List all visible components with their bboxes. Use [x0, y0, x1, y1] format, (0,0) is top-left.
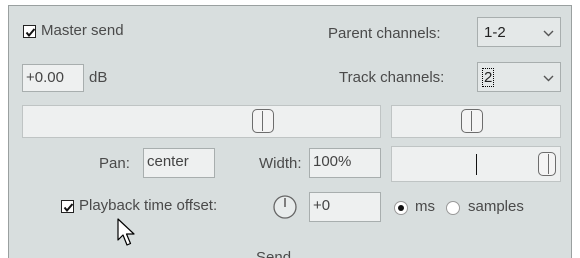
ms-radio[interactable]: [394, 201, 408, 215]
volume-unit-label: dB: [89, 69, 108, 86]
track-routing-panel: Master send Parent channels: 1-2 +0.00 d…: [8, 5, 572, 258]
chevron-down-icon: [543, 75, 554, 82]
parent-channels-dropdown[interactable]: 1-2: [477, 17, 561, 47]
parent-channels-value: 1-2: [484, 24, 506, 41]
pan-input[interactable]: center: [143, 148, 215, 178]
width-input[interactable]: 100%: [309, 148, 381, 178]
volume-slider[interactable]: [22, 105, 381, 138]
send-section-label: Send: [256, 249, 292, 258]
ms-label: ms: [415, 198, 435, 215]
samples-radio[interactable]: [446, 201, 460, 215]
chevron-down-icon: [543, 30, 554, 37]
width-center-marker: [476, 154, 477, 175]
pan-label: Pan:: [99, 155, 130, 172]
track-channels-value: 2: [482, 68, 495, 87]
playback-offset-label: Playback time offset:: [79, 197, 218, 214]
master-send-checkbox[interactable]: [23, 25, 36, 38]
playback-offset-checkbox[interactable]: [61, 200, 74, 213]
checkmark-icon: [25, 28, 36, 38]
width-slider-thumb[interactable]: [538, 152, 556, 176]
width-label: Width:: [259, 155, 302, 172]
volume-input[interactable]: +0.00: [22, 64, 84, 92]
pan-slider-thumb[interactable]: [461, 109, 483, 133]
track-channels-label: Track channels:: [339, 69, 445, 86]
volume-slider-thumb[interactable]: [252, 109, 274, 133]
pan-slider[interactable]: [391, 105, 561, 138]
master-send-label: Master send: [41, 22, 124, 39]
parent-channels-label: Parent channels:: [328, 25, 441, 42]
track-channels-dropdown[interactable]: 2: [477, 62, 561, 92]
width-slider[interactable]: [391, 146, 561, 182]
knob-icon[interactable]: [272, 194, 298, 220]
checkmark-icon: [63, 203, 74, 213]
samples-label: samples: [468, 198, 524, 215]
mouse-cursor-icon: [117, 218, 135, 246]
playback-offset-input[interactable]: +0: [309, 192, 381, 222]
